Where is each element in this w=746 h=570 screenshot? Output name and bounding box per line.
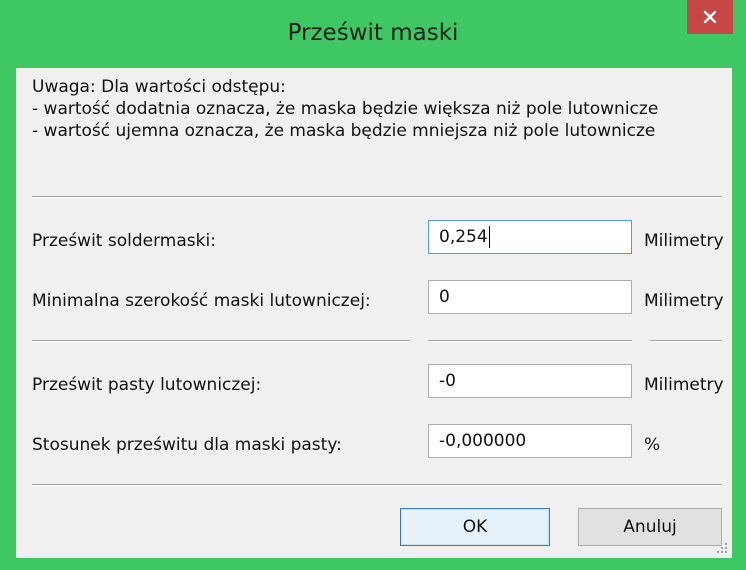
min-mask-width-unit: Milimetry [644,291,724,311]
paste-ratio-input[interactable]: -0,000000 [428,424,632,458]
text-caret [488,226,490,248]
resize-grip-icon[interactable] [716,542,728,554]
solder-mask-clearance-label: Prześwit soldermaski: [32,231,216,251]
paste-ratio-label: Stosunek prześwitu dla maski pasty: [32,435,342,455]
separator [32,196,722,198]
solder-mask-clearance-unit: Milimetry [644,231,724,251]
dialog-window: Prześwit maski Uwaga: Dla wartości odstę… [0,0,746,570]
paste-clearance-unit: Milimetry [644,375,724,395]
paste-clearance-input[interactable]: -0 [428,364,632,398]
note-positive: - wartość dodatnia oznacza, że maska będ… [32,99,659,119]
separator [428,340,632,342]
title-bar[interactable]: Prześwit maski [0,0,746,68]
min-mask-width-input[interactable]: 0 [428,280,632,314]
ok-button[interactable]: OK [400,508,550,546]
solder-mask-clearance-input[interactable]: 0,254 [428,220,632,254]
min-mask-width-value: 0 [439,287,450,307]
separator [32,340,410,342]
window-title: Prześwit maski [287,20,459,46]
close-button[interactable] [687,0,733,34]
solder-mask-clearance-value: 0,254 [439,227,488,247]
paste-clearance-label: Prześwit pasty lutowniczej: [32,375,262,395]
paste-clearance-value: -0 [439,371,456,391]
paste-ratio-unit: % [644,435,661,455]
dialog-content: Uwaga: Dla wartości odstępu: - wartość d… [16,68,732,558]
separator [32,484,722,486]
cancel-button[interactable]: Anuluj [578,508,722,546]
note-negative: - wartość ujemna oznacza, że maska będzi… [32,121,656,141]
paste-ratio-value: -0,000000 [439,431,527,451]
note-title: Uwaga: Dla wartości odstępu: [32,77,286,97]
separator [650,340,722,342]
min-mask-width-label: Minimalna szerokość maski lutowniczej: [32,291,371,311]
close-icon [703,10,717,24]
